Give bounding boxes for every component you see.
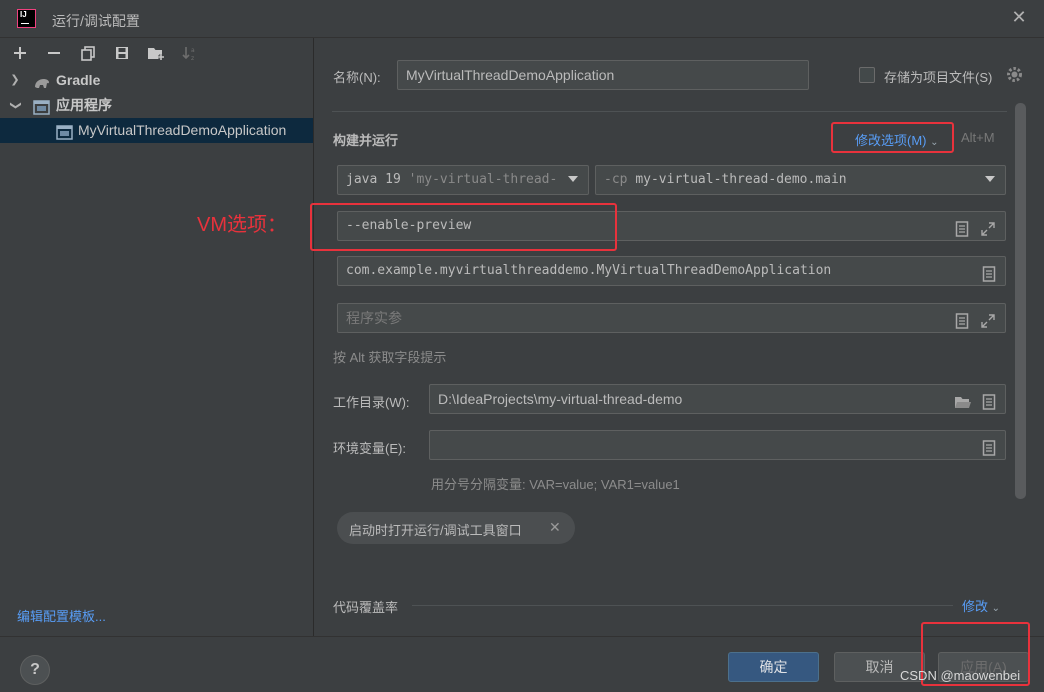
classpath-prefix: -cp: [604, 172, 628, 187]
save-config-icon[interactable]: [111, 42, 133, 64]
svg-text:a: a: [191, 47, 195, 54]
jre-combo[interactable]: java 19 'my-virtual-thread-: [337, 165, 589, 195]
name-label: 名称(N):: [333, 70, 381, 85]
document-icon[interactable]: [982, 437, 998, 456]
application-icon: [56, 123, 74, 148]
tree-item-label: Gradle: [56, 72, 101, 88]
intellij-logo-icon: IJ: [17, 9, 36, 28]
chevron-down-icon[interactable]: [568, 176, 578, 182]
new-folder-icon[interactable]: [145, 42, 167, 64]
workdir-field[interactable]: D:\IdeaProjects\my-virtual-thread-demo: [429, 384, 1006, 414]
modify-options-shortcut: Alt+M: [961, 130, 995, 145]
chevron-down-icon[interactable]: [985, 176, 995, 182]
tree-item-label: 应用程序: [56, 97, 112, 113]
chip-label: 启动时打开运行/调试工具窗口: [349, 523, 522, 538]
modify-options-link[interactable]: 修改选项(M) ⌄: [855, 130, 939, 149]
open-tool-window-chip[interactable]: 启动时打开运行/调试工具窗口 ✕: [337, 512, 575, 544]
help-icon[interactable]: ?: [20, 655, 50, 685]
gear-icon[interactable]: [1006, 66, 1023, 86]
classpath-combo[interactable]: -cp my-virtual-thread-demo.main: [595, 165, 1006, 195]
vm-options-annotation: VM选项：: [197, 214, 287, 236]
tree-item-label: MyVirtualThreadDemoApplication: [78, 122, 287, 138]
document-icon[interactable]: [955, 310, 971, 329]
folder-icon[interactable]: [954, 391, 971, 408]
document-icon[interactable]: [982, 391, 998, 410]
title-bar: IJ 运行/调试配置 ✕: [0, 0, 1044, 38]
env-field[interactable]: [429, 430, 1006, 460]
name-field[interactable]: MyVirtualThreadDemoApplication: [397, 60, 809, 90]
divider: [412, 605, 953, 606]
modify-options-label: 修改选项(M): [855, 133, 927, 148]
jre-hint: 'my-virtual-thread-: [408, 172, 558, 187]
coverage-modify-label: 修改: [962, 599, 989, 614]
program-args-field[interactable]: 程序实参: [337, 303, 1006, 333]
build-run-section-title: 构建并运行: [333, 133, 399, 148]
chevron-down-icon: ⌄: [930, 137, 939, 148]
expand-icon[interactable]: [980, 218, 996, 236]
ok-button[interactable]: 确定: [728, 652, 819, 682]
classpath-value: my-virtual-thread-demo.main: [635, 172, 847, 187]
workdir-label: 工作目录(W):: [333, 395, 410, 410]
chevron-down-icon[interactable]: ❯: [3, 100, 28, 112]
alt-hint-text: 按 Alt 获取字段提示: [333, 350, 447, 365]
remove-config-icon[interactable]: [43, 42, 65, 64]
tree-item-application[interactable]: ❯ 应用程序: [0, 93, 313, 118]
config-editor-panel: [315, 38, 1044, 636]
chevron-down-icon: ⌄: [991, 603, 1001, 614]
coverage-modify-link[interactable]: 修改 ⌄: [962, 596, 1000, 615]
main-class-field[interactable]: com.example.myvirtualthreaddemo.MyVirtua…: [337, 256, 1006, 286]
svg-text:z: z: [191, 55, 194, 61]
tree-item-config[interactable]: MyVirtualThreadDemoApplication: [0, 118, 313, 143]
sort-icon[interactable]: az: [179, 42, 201, 64]
copy-config-icon[interactable]: [77, 42, 99, 64]
divider: [332, 111, 1007, 112]
document-icon[interactable]: [955, 218, 971, 237]
scrollbar[interactable]: [1015, 103, 1026, 499]
chevron-right-icon[interactable]: ❯: [9, 68, 21, 93]
store-as-file-checkbox[interactable]: [859, 67, 875, 83]
watermark: CSDN @maowenbei: [900, 668, 1021, 683]
config-tree-panel: az ❯ Gradle ❯ 应用程序 MyVirtualThreadDemoAp…: [0, 38, 314, 636]
expand-icon[interactable]: [980, 310, 996, 328]
edit-templates-link[interactable]: 编辑配置模板...: [17, 606, 106, 625]
vm-options-field[interactable]: --enable-preview: [337, 211, 1006, 241]
document-icon[interactable]: [982, 263, 998, 282]
env-hint-text: 用分号分隔变量: VAR=value; VAR1=value1: [431, 477, 680, 492]
close-icon[interactable]: ✕: [549, 519, 561, 536]
tree-item-gradle[interactable]: ❯ Gradle: [0, 68, 313, 93]
close-icon[interactable]: ✕: [1008, 6, 1030, 28]
window-title: 运行/调试配置: [52, 13, 140, 29]
jre-value: java 19: [346, 172, 401, 187]
add-config-icon[interactable]: [9, 42, 31, 64]
store-as-file-label: 存储为项目文件(S): [884, 70, 993, 85]
env-label: 环境变量(E):: [333, 441, 406, 456]
coverage-label: 代码覆盖率: [333, 600, 399, 615]
